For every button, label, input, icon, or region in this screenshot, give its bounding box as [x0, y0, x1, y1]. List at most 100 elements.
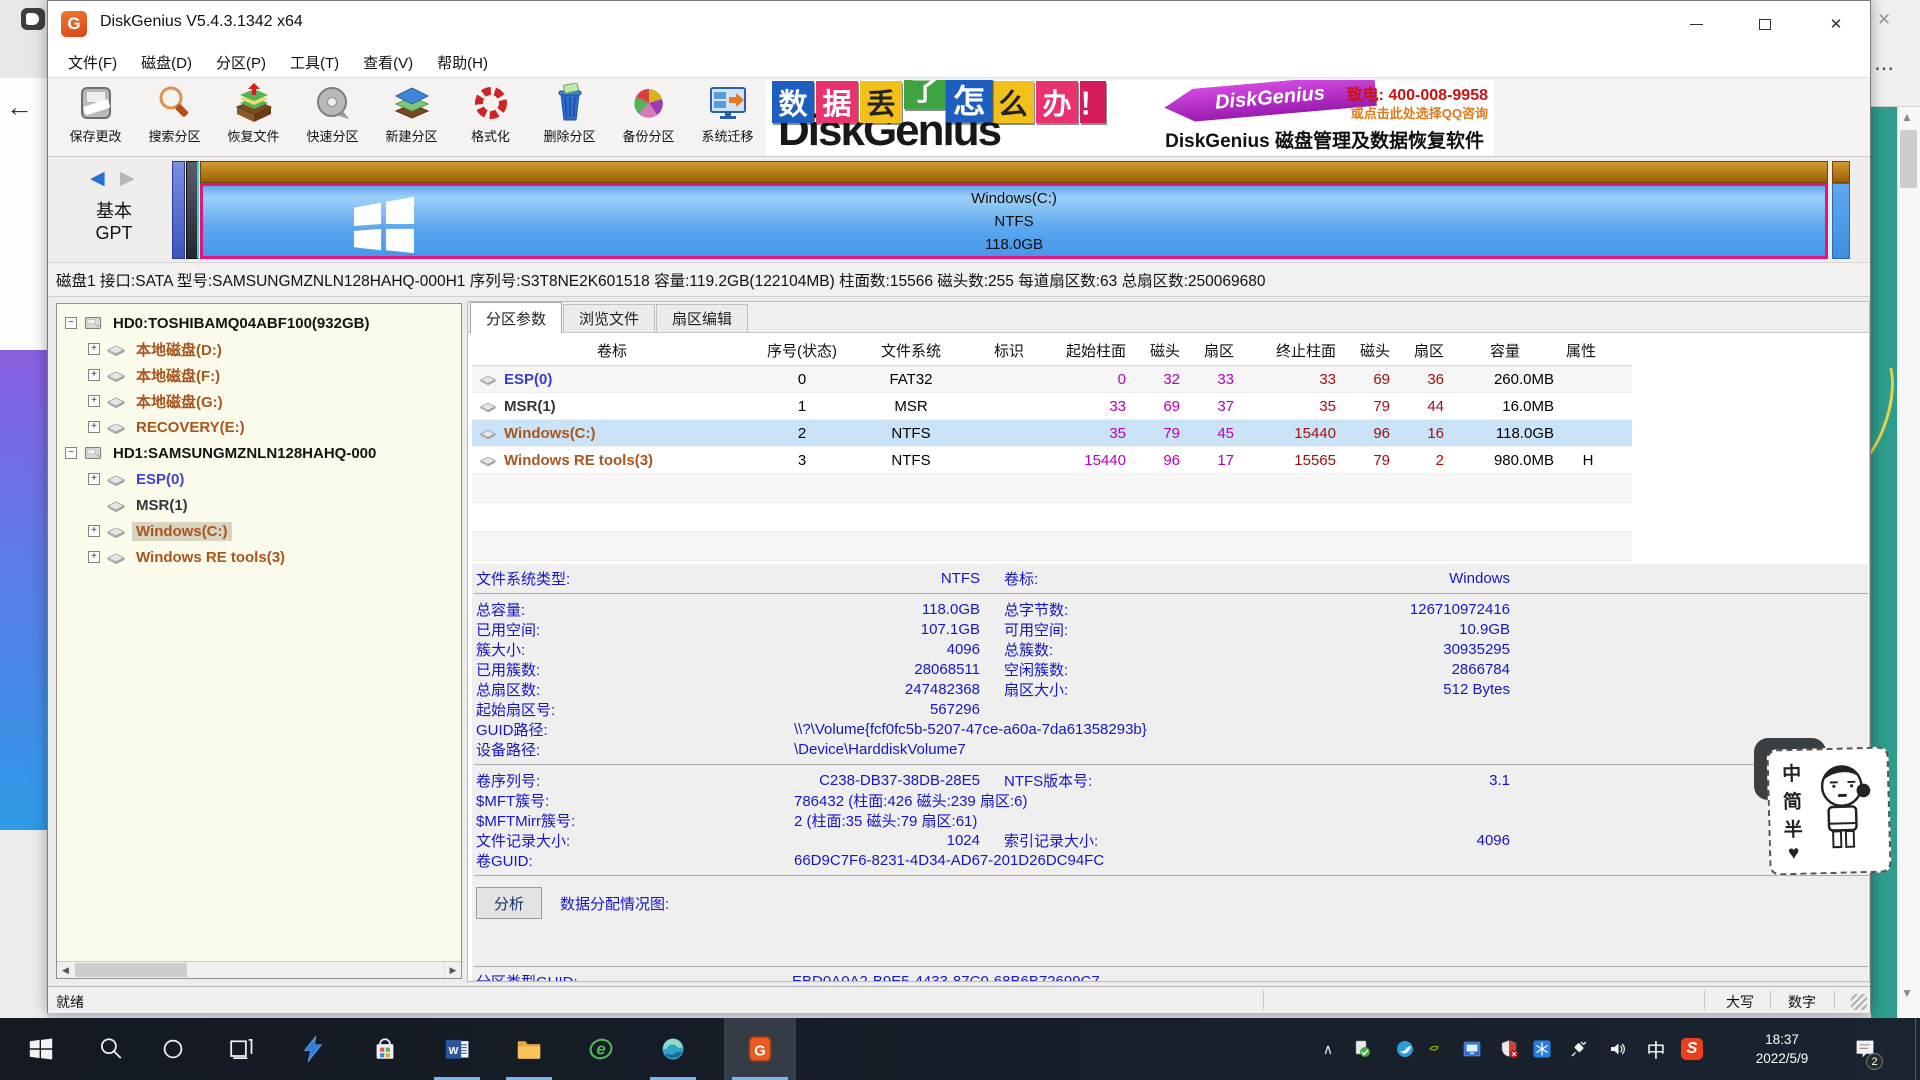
- tree-item[interactable]: − HD1:SAMSUNGMZNLN128HAHQ-000: [57, 440, 461, 466]
- menu-item[interactable]: 帮助(H): [425, 52, 500, 73]
- word-app-button[interactable]: [426, 1018, 488, 1080]
- ie-app-button[interactable]: [570, 1018, 632, 1080]
- tree-item[interactable]: + ESP(0): [57, 466, 461, 492]
- resize-grip[interactable]: [1851, 994, 1867, 1010]
- tree-item[interactable]: + 本地磁盘(F:): [57, 362, 461, 388]
- tray-ime-language-indicator[interactable]: 中: [1642, 1018, 1670, 1080]
- scroll-right-icon[interactable]: ▶: [444, 962, 461, 978]
- toolbar-button[interactable]: 删除分区: [530, 80, 609, 154]
- toolbar-button[interactable]: 备份分区: [609, 80, 688, 154]
- tree-expand-box[interactable]: +: [88, 473, 100, 485]
- next-disk-icon[interactable]: ▶: [120, 167, 135, 190]
- table-row[interactable]: Windows(C:) 2 NTFS 35 79 45 15440 96 16 …: [472, 420, 1632, 447]
- table-row[interactable]: MSR(1) 1 MSR 33 69 37 35 79 44 16.0MB: [472, 393, 1632, 420]
- tree-item[interactable]: + 本地磁盘(D:): [57, 336, 461, 362]
- tab[interactable]: 扇区编辑: [656, 304, 748, 332]
- background-scrollbar-track[interactable]: [1897, 107, 1920, 1018]
- previous-disk-icon[interactable]: ◀: [90, 167, 105, 190]
- menu-item[interactable]: 工具(T): [278, 52, 351, 73]
- background-scrollbar-thumb[interactable]: [1900, 130, 1917, 188]
- task-view-button[interactable]: [210, 1018, 272, 1080]
- search-button[interactable]: [80, 1018, 142, 1080]
- cortana-button[interactable]: [142, 1018, 204, 1080]
- back-arrow-icon[interactable]: ←: [6, 92, 33, 123]
- tree-expand-box[interactable]: −: [65, 317, 77, 329]
- tray-volume-icon[interactable]: [1604, 1018, 1632, 1080]
- table-header-cell[interactable]: 起始柱面: [1030, 340, 1132, 361]
- minimize-button[interactable]: [1673, 9, 1719, 39]
- menu-item[interactable]: 查看(V): [351, 52, 425, 73]
- table-header-cell[interactable]: 标识: [970, 340, 1030, 361]
- tree-item[interactable]: + Windows RE tools(3): [57, 544, 461, 570]
- thunder-app-button[interactable]: [282, 1018, 344, 1080]
- close-button[interactable]: ✕: [1813, 9, 1859, 39]
- toolbar-button[interactable]: 搜索分区: [135, 80, 214, 154]
- toolbar-button[interactable]: 恢复文件: [214, 80, 293, 154]
- tray-bird-icon[interactable]: [1392, 1018, 1418, 1080]
- ime-chinese-mode[interactable]: 中: [1782, 759, 1802, 786]
- partition-block-esp[interactable]: [172, 161, 185, 259]
- background-close-icon[interactable]: ✕: [1877, 10, 1891, 30]
- tree-expand-box[interactable]: −: [65, 447, 77, 459]
- partition-block-re-tools[interactable]: [1832, 161, 1850, 259]
- table-header-cell[interactable]: 终止柱面: [1240, 340, 1342, 361]
- tree-item[interactable]: + RECOVERY(E:): [57, 414, 461, 440]
- ad-qq-link[interactable]: 或点击此处选择QQ咨询: [1351, 103, 1488, 122]
- table-header-cell[interactable]: 磁头: [1132, 340, 1186, 361]
- tree-expand-box[interactable]: +: [88, 369, 100, 381]
- selected-partition-box[interactable]: Windows(C:) NTFS 118.0GB: [200, 183, 1828, 259]
- table-header-cell[interactable]: 卷标: [472, 340, 752, 361]
- tray-security-shield-icon[interactable]: [1496, 1018, 1522, 1080]
- toolbar-button[interactable]: 新建分区: [372, 80, 451, 154]
- partition-block-windows-c[interactable]: Windows(C:) NTFS 118.0GB: [200, 161, 1828, 259]
- show-desktop-button[interactable]: [1915, 1018, 1920, 1080]
- tray-nvidia-icon[interactable]: [1422, 1018, 1448, 1080]
- tree-item[interactable]: + Windows(C:): [57, 518, 461, 544]
- table-header-cell[interactable]: 扇区: [1186, 340, 1240, 361]
- scroll-left-icon[interactable]: ◀: [57, 962, 74, 978]
- start-button[interactable]: [10, 1018, 72, 1080]
- scroll-up-icon[interactable]: ▲: [1901, 110, 1913, 124]
- ime-simplified-mode[interactable]: 简: [1783, 787, 1803, 814]
- tray-power-plug-icon[interactable]: [1566, 1018, 1592, 1080]
- tree-item[interactable]: + 本地磁盘(G:): [57, 388, 461, 414]
- toolbar-button[interactable]: 格式化: [451, 80, 530, 154]
- notification-center-button[interactable]: 2: [1845, 1018, 1885, 1080]
- tray-chevron-up-icon[interactable]: ∧: [1316, 1018, 1340, 1080]
- analyze-button[interactable]: 分析: [476, 887, 542, 919]
- ime-status-box[interactable]: 中 简 半 ♥: [1766, 746, 1891, 875]
- table-header-cell[interactable]: 容量: [1450, 340, 1560, 361]
- table-header-cell[interactable]: 序号(状态): [752, 340, 852, 361]
- table-header-cell[interactable]: 扇区: [1396, 340, 1450, 361]
- sogou-ime-widget[interactable]: 中 简 半 ♥: [1768, 748, 1890, 874]
- menu-item[interactable]: 文件(F): [56, 52, 129, 73]
- tray-snowflake-icon[interactable]: [1529, 1018, 1555, 1080]
- taskbar-clock[interactable]: 18:37 2022/5/9: [1736, 1018, 1828, 1080]
- tree-item[interactable]: − HD0:TOSHIBAMQ04ABF100(932GB): [57, 310, 461, 336]
- toolbar-button[interactable]: 快速分区: [293, 80, 372, 154]
- table-header-cell[interactable]: 属性: [1560, 340, 1616, 361]
- maximize-button[interactable]: [1742, 9, 1788, 39]
- partition-block-msr[interactable]: [186, 161, 199, 259]
- tree-item[interactable]: MSR(1): [57, 492, 461, 518]
- ime-halfwidth-mode[interactable]: 半: [1783, 815, 1803, 842]
- tree-expand-box[interactable]: +: [88, 421, 100, 433]
- menu-item[interactable]: 磁盘(D): [129, 52, 204, 73]
- store-app-button[interactable]: [354, 1018, 416, 1080]
- file-explorer-button[interactable]: [498, 1018, 560, 1080]
- tab[interactable]: 分区参数: [470, 302, 562, 333]
- table-row[interactable]: ESP(0) 0 FAT32 0 32 33 33 69 36 260.0MB: [472, 366, 1632, 393]
- tree-expand-box[interactable]: +: [88, 551, 100, 563]
- table-header-cell[interactable]: 磁头: [1342, 340, 1396, 361]
- tree-expand-box[interactable]: +: [88, 343, 100, 355]
- tray-antivirus-icon[interactable]: [1349, 1018, 1375, 1080]
- toolbar-button[interactable]: 系统迁移: [688, 80, 767, 154]
- table-header-cell[interactable]: 文件系统: [852, 340, 970, 361]
- tray-intel-graphics-icon[interactable]: [1459, 1018, 1485, 1080]
- ime-heart-icon[interactable]: ♥: [1788, 843, 1800, 865]
- tree-expand-box[interactable]: +: [88, 525, 100, 537]
- ad-banner[interactable]: DiskGenius 数据丢了怎么办！ DiskGenius 致电: 400-0…: [766, 80, 1494, 156]
- tray-sogou-icon[interactable]: S: [1678, 1018, 1706, 1080]
- tab[interactable]: 浏览文件: [563, 304, 655, 332]
- tree-horizontal-scrollbar[interactable]: ◀ ▶: [57, 961, 461, 978]
